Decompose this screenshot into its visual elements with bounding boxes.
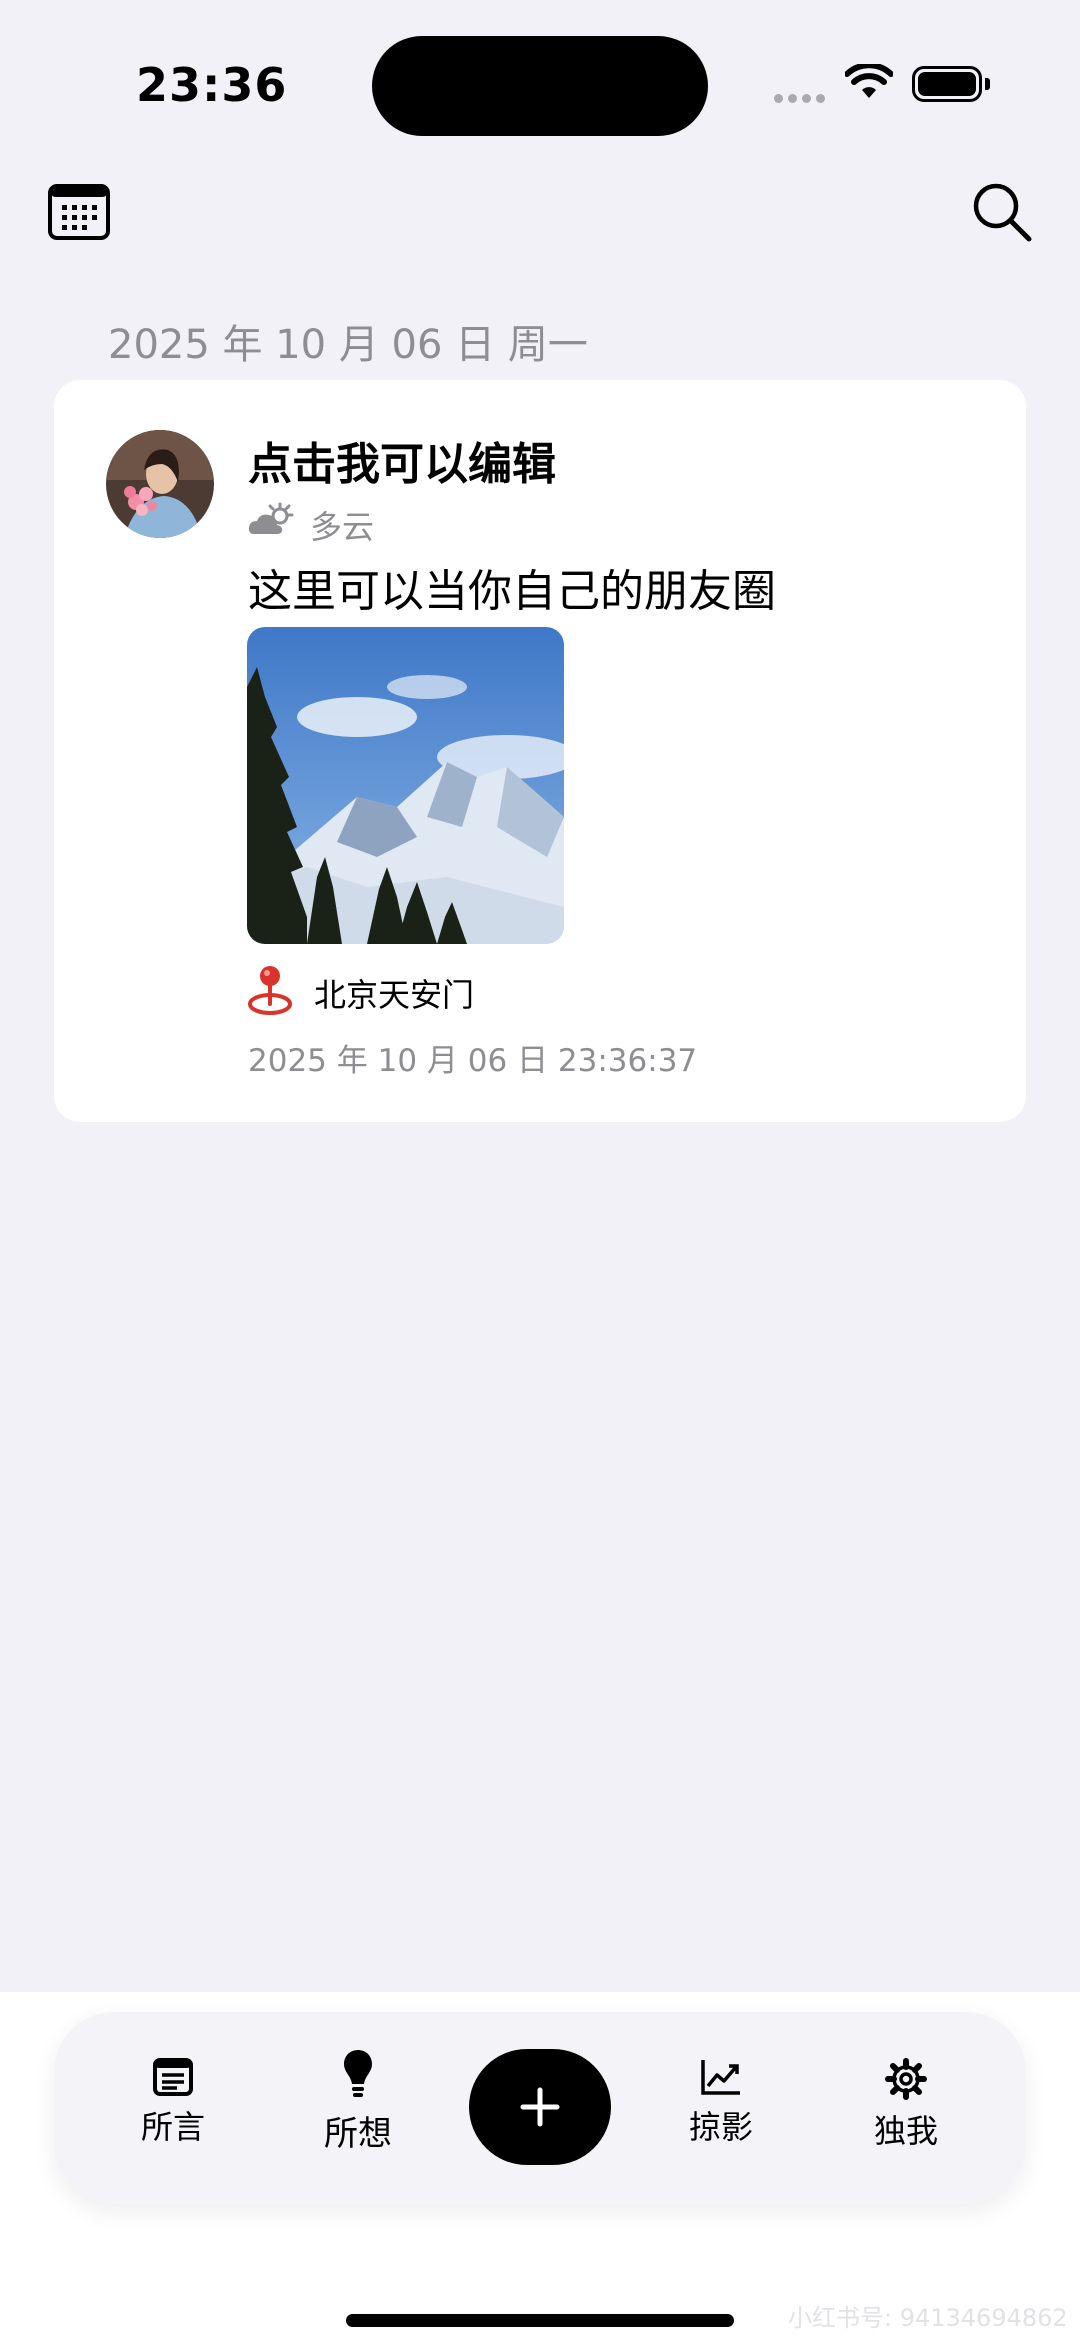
avatar[interactable] [106, 430, 214, 538]
tab-label-suoyan: 所言 [140, 2108, 205, 2146]
battery-tip [985, 78, 990, 90]
date-header: 2025 年 10 月 06 日 周一 [108, 322, 588, 368]
gear-icon [885, 2058, 927, 2100]
document-icon [153, 2058, 193, 2096]
post-title: 点击我可以编辑 [248, 439, 556, 490]
post-photo[interactable] [247, 627, 564, 944]
battery-icon [912, 66, 982, 102]
cellular-signal-icon [774, 94, 825, 103]
lightbulb-icon [344, 2050, 372, 2097]
search-icon[interactable] [970, 180, 1034, 244]
add-button[interactable] [469, 2049, 611, 2165]
tab-lueying[interactable]: 掠影 [666, 2058, 776, 2148]
chart-icon [701, 2060, 740, 2095]
tab-suoxiang[interactable]: 所想 [303, 2048, 413, 2155]
post-text: 这里可以当你自己的朋友圈 [248, 566, 776, 617]
location-label[interactable]: 北京天安门 [314, 970, 474, 1016]
weather-label: 多云 [310, 508, 375, 546]
wifi-icon [845, 64, 893, 98]
location-pin-icon [248, 966, 292, 1015]
tab-duwo[interactable]: 独我 [851, 2058, 961, 2152]
tab-label-suoxiang: 所想 [324, 2114, 392, 2154]
weather-cloudy-icon [248, 502, 294, 534]
dynamic-island [372, 36, 708, 136]
watermark: 小红书号: 94134694862 [788, 2304, 1068, 2332]
calendar-icon[interactable] [48, 184, 110, 240]
post-timestamp: 2025 年 10 月 06 日 23:36:37 [248, 1043, 698, 1079]
plus-icon [520, 2087, 560, 2127]
tab-label-lueying: 掠影 [688, 2108, 753, 2146]
tab-label-duwo: 独我 [873, 2112, 938, 2150]
home-indicator[interactable] [346, 2314, 734, 2327]
tab-suoyan[interactable]: 所言 [118, 2058, 228, 2148]
status-time: 23:36 [136, 58, 288, 112]
